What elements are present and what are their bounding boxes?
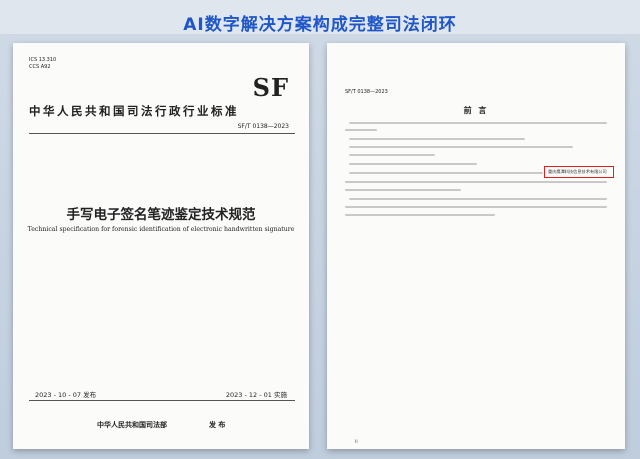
issue-label: 发 布 (209, 421, 226, 429)
text-line (349, 138, 525, 140)
document-stage: ICS 13.310 CCS A92 SF 中华人民共和国司法行政行业标准 SF… (0, 34, 640, 459)
publish-date: 2023 - 10 - 07 发布 (35, 391, 97, 399)
banner-title: AI数字解决方案构成完整司法闭环 (183, 15, 457, 35)
implement-date: 2023 - 12 - 01 实施 (225, 391, 287, 399)
standard-number: SF/T 0138—2023 (237, 123, 289, 130)
text-line (345, 206, 607, 208)
preface-heading: 前 言 (463, 106, 489, 115)
preface-standard-number: SF/T 0138—2023 (345, 89, 388, 95)
ics-code: ICS 13.310 (29, 57, 57, 63)
text-line (349, 154, 435, 156)
cover-page: ICS 13.310 CCS A92 SF 中华人民共和国司法行政行业标准 SF… (13, 43, 309, 449)
preface-page: SF/T 0138—2023 前 言 重庆鹰潭科技信息技术有限公司 II (327, 43, 625, 449)
bottom-rule (29, 400, 295, 401)
text-line (349, 122, 607, 124)
text-line (345, 189, 461, 191)
text-line (349, 163, 477, 165)
text-line (349, 172, 543, 174)
page-number: II (355, 440, 358, 445)
highlight-box (544, 166, 614, 178)
text-line (345, 129, 377, 131)
standard-title: 中华人民共和国司法行政行业标准 (29, 104, 239, 118)
text-line (349, 146, 573, 148)
top-rule (29, 133, 295, 134)
issuing-authority: 中华人民共和国司法部 (97, 421, 167, 429)
document-title-en: Technical specification for forensic ide… (27, 226, 295, 233)
text-line (345, 214, 495, 216)
sf-logo: SF (252, 73, 289, 102)
text-line (349, 198, 607, 200)
text-line (345, 181, 607, 183)
document-title-cn: 手写电子签名笔迹鉴定技术规范 (66, 207, 256, 223)
ccs-code: CCS A92 (29, 64, 51, 70)
